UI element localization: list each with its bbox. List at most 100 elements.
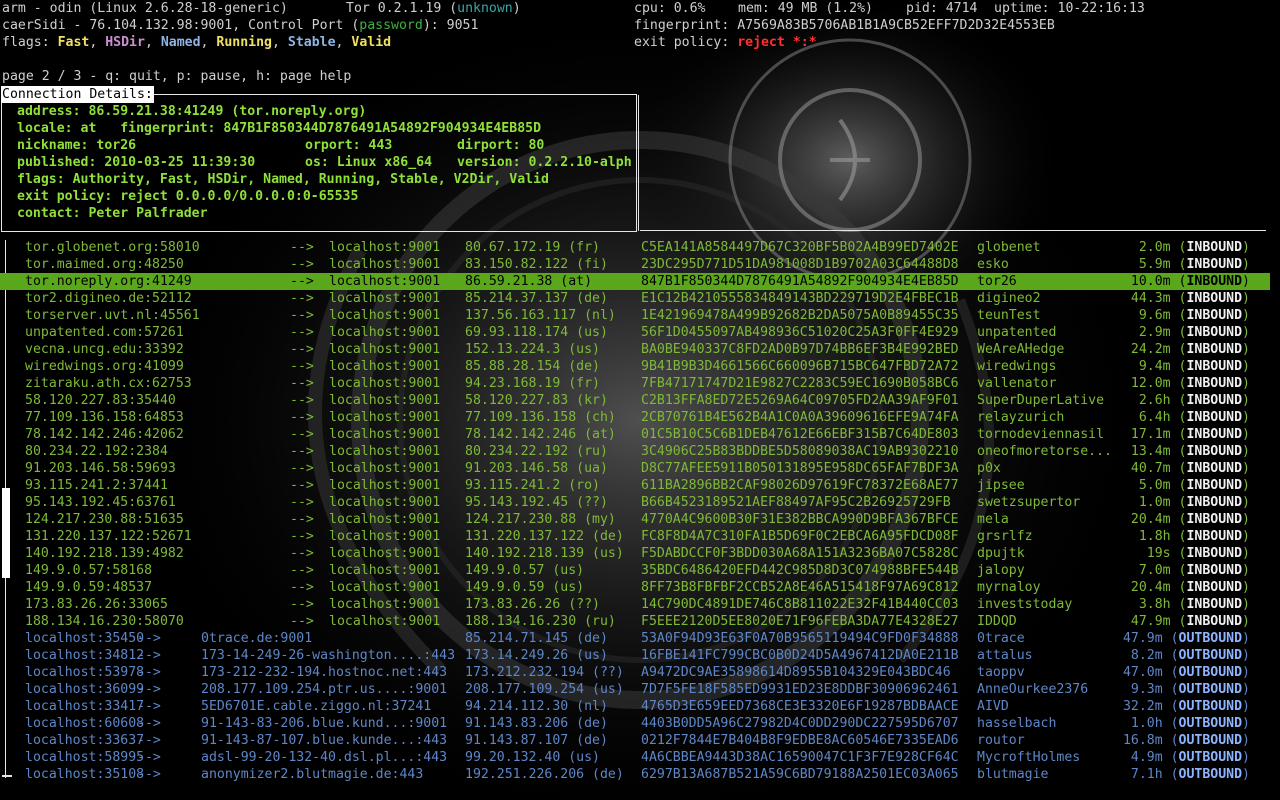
connection-time-type: 24.2m (INBOUND) [1130, 342, 1250, 357]
connection-source: 78.142.142.246:42062 [25, 427, 184, 442]
connection-source: 80.234.22.192:2384 [25, 444, 168, 459]
connection-row[interactable]: localhost:35450 --> 0trace.de:9001 85.214.7… [0, 630, 1270, 647]
connection-row[interactable]: 149.9.0.57:58168 --> localhost:9001 149.9.0… [0, 562, 1270, 579]
connection-row[interactable]: 93.115.241.2:37441 --> localhost:9001 93.11… [0, 477, 1270, 494]
connection-destination: localhost:9001 [329, 563, 441, 578]
connection-fingerprint: C2B13FFA8ED72E5269A64C09705FD2AA39AF9F01 [641, 393, 959, 408]
connection-row[interactable]: vecna.uncg.edu:33392 --> localhost:9001 152… [0, 341, 1270, 358]
connection-source: localhost:35108 [25, 767, 145, 782]
connection-destination: localhost:9001 [329, 257, 441, 272]
connection-row[interactable]: zitaraku.ath.cx:62753 --> localhost:9001 94… [0, 375, 1270, 392]
connection-source: 131.220.137.122:52671 [25, 529, 192, 544]
uptime-stat: uptime: 10-22:16:13 [994, 1, 1145, 16]
connection-arrow: --> [290, 410, 314, 425]
connection-time-type: 1.8h (INBOUND) [1138, 529, 1250, 544]
connection-type: INBOUND [1186, 529, 1243, 544]
connection-arrow: --> [290, 529, 314, 544]
connection-fingerprint: 6297B13A687B521A59C6BD79188A2501EC03A065 [641, 767, 959, 782]
connection-source: zitaraku.ath.cx:62753 [25, 376, 192, 391]
connection-time-type: 32.2m (OUTBOUND) [1122, 699, 1250, 714]
connection-row[interactable]: wiredwings.org:41099 --> localhost:9001 85.… [0, 358, 1270, 375]
connection-arrow: --> [290, 580, 314, 595]
connection-arrow: --> [137, 665, 161, 680]
connection-nickname: digineo2 [977, 291, 1041, 306]
connection-source: 58.120.227.83:35440 [25, 393, 176, 408]
connection-time: 40.7m ( [1130, 461, 1187, 476]
connection-time-type: 12.0m (INBOUND) [1130, 376, 1250, 391]
connection-type: INBOUND [1186, 240, 1243, 255]
connection-type: INBOUND [1186, 597, 1243, 612]
connection-row[interactable]: 140.192.218.139:4982 --> localhost:9001 140… [0, 545, 1270, 562]
connection-time: 2.0m ( [1138, 240, 1187, 255]
connection-source: 149.9.0.59:48537 [25, 580, 153, 595]
connection-row[interactable]: localhost:35108 --> anonymizer2.blutmagie.… [0, 766, 1270, 783]
connection-row[interactable]: 173.83.26.26:33065 --> localhost:9001 173.8… [0, 596, 1270, 613]
connection-row[interactable]: localhost:36099 --> 208.177.109.254.ptr.us… [0, 681, 1270, 698]
connection-nickname: blutmagie [977, 767, 1049, 782]
connection-row[interactable]: torserver.uvt.nl:45561 --> localhost:9001 1… [0, 307, 1270, 324]
relay-info: caerSidi - 76.104.132.98:9001, Control P… [2, 18, 479, 33]
connection-time-type: 20.4m (INBOUND) [1130, 512, 1250, 527]
connection-row[interactable]: 58.120.227.83:35440 --> localhost:9001 58.1… [0, 392, 1270, 409]
header-line-2: caerSidi - 76.104.132.98:9001, Control P… [2, 17, 1055, 34]
connection-row[interactable]: 95.143.192.45:63761 --> localhost:9001 95.1… [0, 494, 1270, 511]
cpu-stat: cpu: 0.6% [634, 1, 706, 16]
connection-nickname: tornodeviennasil [977, 427, 1105, 442]
scrollbar-thumb[interactable] [2, 488, 10, 578]
connection-row[interactable]: 188.134.16.230:58070 --> localhost:9001 188… [0, 613, 1270, 630]
connection-row[interactable]: localhost:53978 --> 173-212-232-194.hostno… [0, 664, 1270, 681]
connection-fingerprint: 9B41B9B3D4661566C660096B715BC647FBD72A72 [641, 359, 959, 374]
connection-nickname: SuperDuperLative [977, 393, 1105, 408]
connection-row[interactable]: 80.234.22.192:2384 --> localhost:9001 80.23… [0, 443, 1270, 460]
connection-row[interactable]: 77.109.136.158:64853 --> localhost:9001 77.… [0, 409, 1270, 426]
connection-type: INBOUND [1186, 393, 1243, 408]
connection-time-type: 44.3m (INBOUND) [1130, 291, 1250, 306]
connection-time: 10.0m ( [1130, 274, 1187, 289]
connection-row[interactable]: 78.142.142.246:42062 --> localhost:9001 78.… [0, 426, 1270, 443]
connection-row[interactable]: 149.9.0.59:48537 --> localhost:9001 149.9.0… [0, 579, 1270, 596]
connection-nickname: hasselbach [977, 716, 1057, 731]
connection-nickname: relayzurich [977, 410, 1065, 425]
connection-row[interactable]: localhost:34812 --> 173-14-249-26-washingt… [0, 647, 1270, 664]
connection-ip: 85.214.37.137 (de) [465, 291, 608, 306]
connection-destination: localhost:9001 [329, 546, 441, 561]
detail-os: os: Linux x86_64 [305, 155, 433, 170]
connection-time-type: 2.6h (INBOUND) [1138, 393, 1250, 408]
connection-type: OUTBOUND [1178, 682, 1243, 697]
connection-type: OUTBOUND [1178, 750, 1243, 765]
connection-row[interactable]: 124.217.230.88:51635 --> localhost:9001 124… [0, 511, 1270, 528]
connection-row[interactable]: localhost:33637 --> 91-143-87-107.blue.kun… [0, 732, 1270, 749]
connection-row[interactable]: tor.maimed.org:48250 --> localhost:9001 83.… [0, 256, 1270, 273]
connection-fingerprint: 16FBE141FC799CBC0B0D24D5A4967412DA0E211B [641, 648, 959, 663]
connection-type: INBOUND [1186, 495, 1243, 510]
connection-ip: 85.214.71.145 (de) [465, 631, 608, 646]
connection-row[interactable]: localhost:33417 --> 5ED6701E.cable.ziggo.n… [0, 698, 1270, 715]
connection-row[interactable]: 131.220.137.122:52671 --> localhost:9001 13… [0, 528, 1270, 545]
connection-time: 1.8h ( [1138, 529, 1187, 544]
connection-nickname: tor26 [977, 274, 1017, 289]
page-indicator: page 2 / 3 - q: quit, p: pause, h: page … [2, 69, 352, 84]
connection-row[interactable]: 91.203.146.58:59693 --> localhost:9001 91.2… [0, 460, 1270, 477]
connection-row[interactable]: tor.noreply.org:41249 --> localhost:9001 86… [0, 273, 1270, 290]
connection-time: 1.0h ( [1130, 716, 1179, 731]
connection-nickname: vallenator [977, 376, 1057, 391]
connection-nickname: MycroftHolmes [977, 750, 1081, 765]
connection-row[interactable]: tor2.digineo.de:52112 --> localhost:9001 85… [0, 290, 1270, 307]
connection-time-type: 17.1m (INBOUND) [1130, 427, 1250, 442]
connection-row[interactable]: unpatented.com:57261 --> localhost:9001 69.… [0, 324, 1270, 341]
connection-time-type: 40.7m (INBOUND) [1130, 461, 1250, 476]
connection-fingerprint: 611BA2896BB2CAF98026D97619FC78372E68AE77 [641, 478, 959, 493]
connection-arrow: --> [290, 597, 314, 612]
connection-type: INBOUND [1186, 614, 1243, 629]
connection-row[interactable]: localhost:60608 --> 91-143-83-206.blue.kun… [0, 715, 1270, 732]
connection-time-type: 47.9m (OUTBOUND) [1122, 631, 1250, 646]
connection-fingerprint: 2CB70761B4E562B4A1C0A0A39609616EFE9A74FA [641, 410, 959, 425]
connection-source: 77.109.136.158:64853 [25, 410, 184, 425]
connection-destination: localhost:9001 [329, 308, 441, 323]
connection-destination: localhost:9001 [329, 427, 441, 442]
connection-source: tor.maimed.org:48250 [25, 257, 184, 272]
password-label: password [359, 18, 423, 33]
connection-row[interactable]: tor.globenet.org:58010 --> localhost:9001 8… [0, 239, 1270, 256]
connection-arrow: --> [290, 427, 314, 442]
connection-row[interactable]: localhost:58995 --> adsl-99-20-132-40.dsl.… [0, 749, 1270, 766]
